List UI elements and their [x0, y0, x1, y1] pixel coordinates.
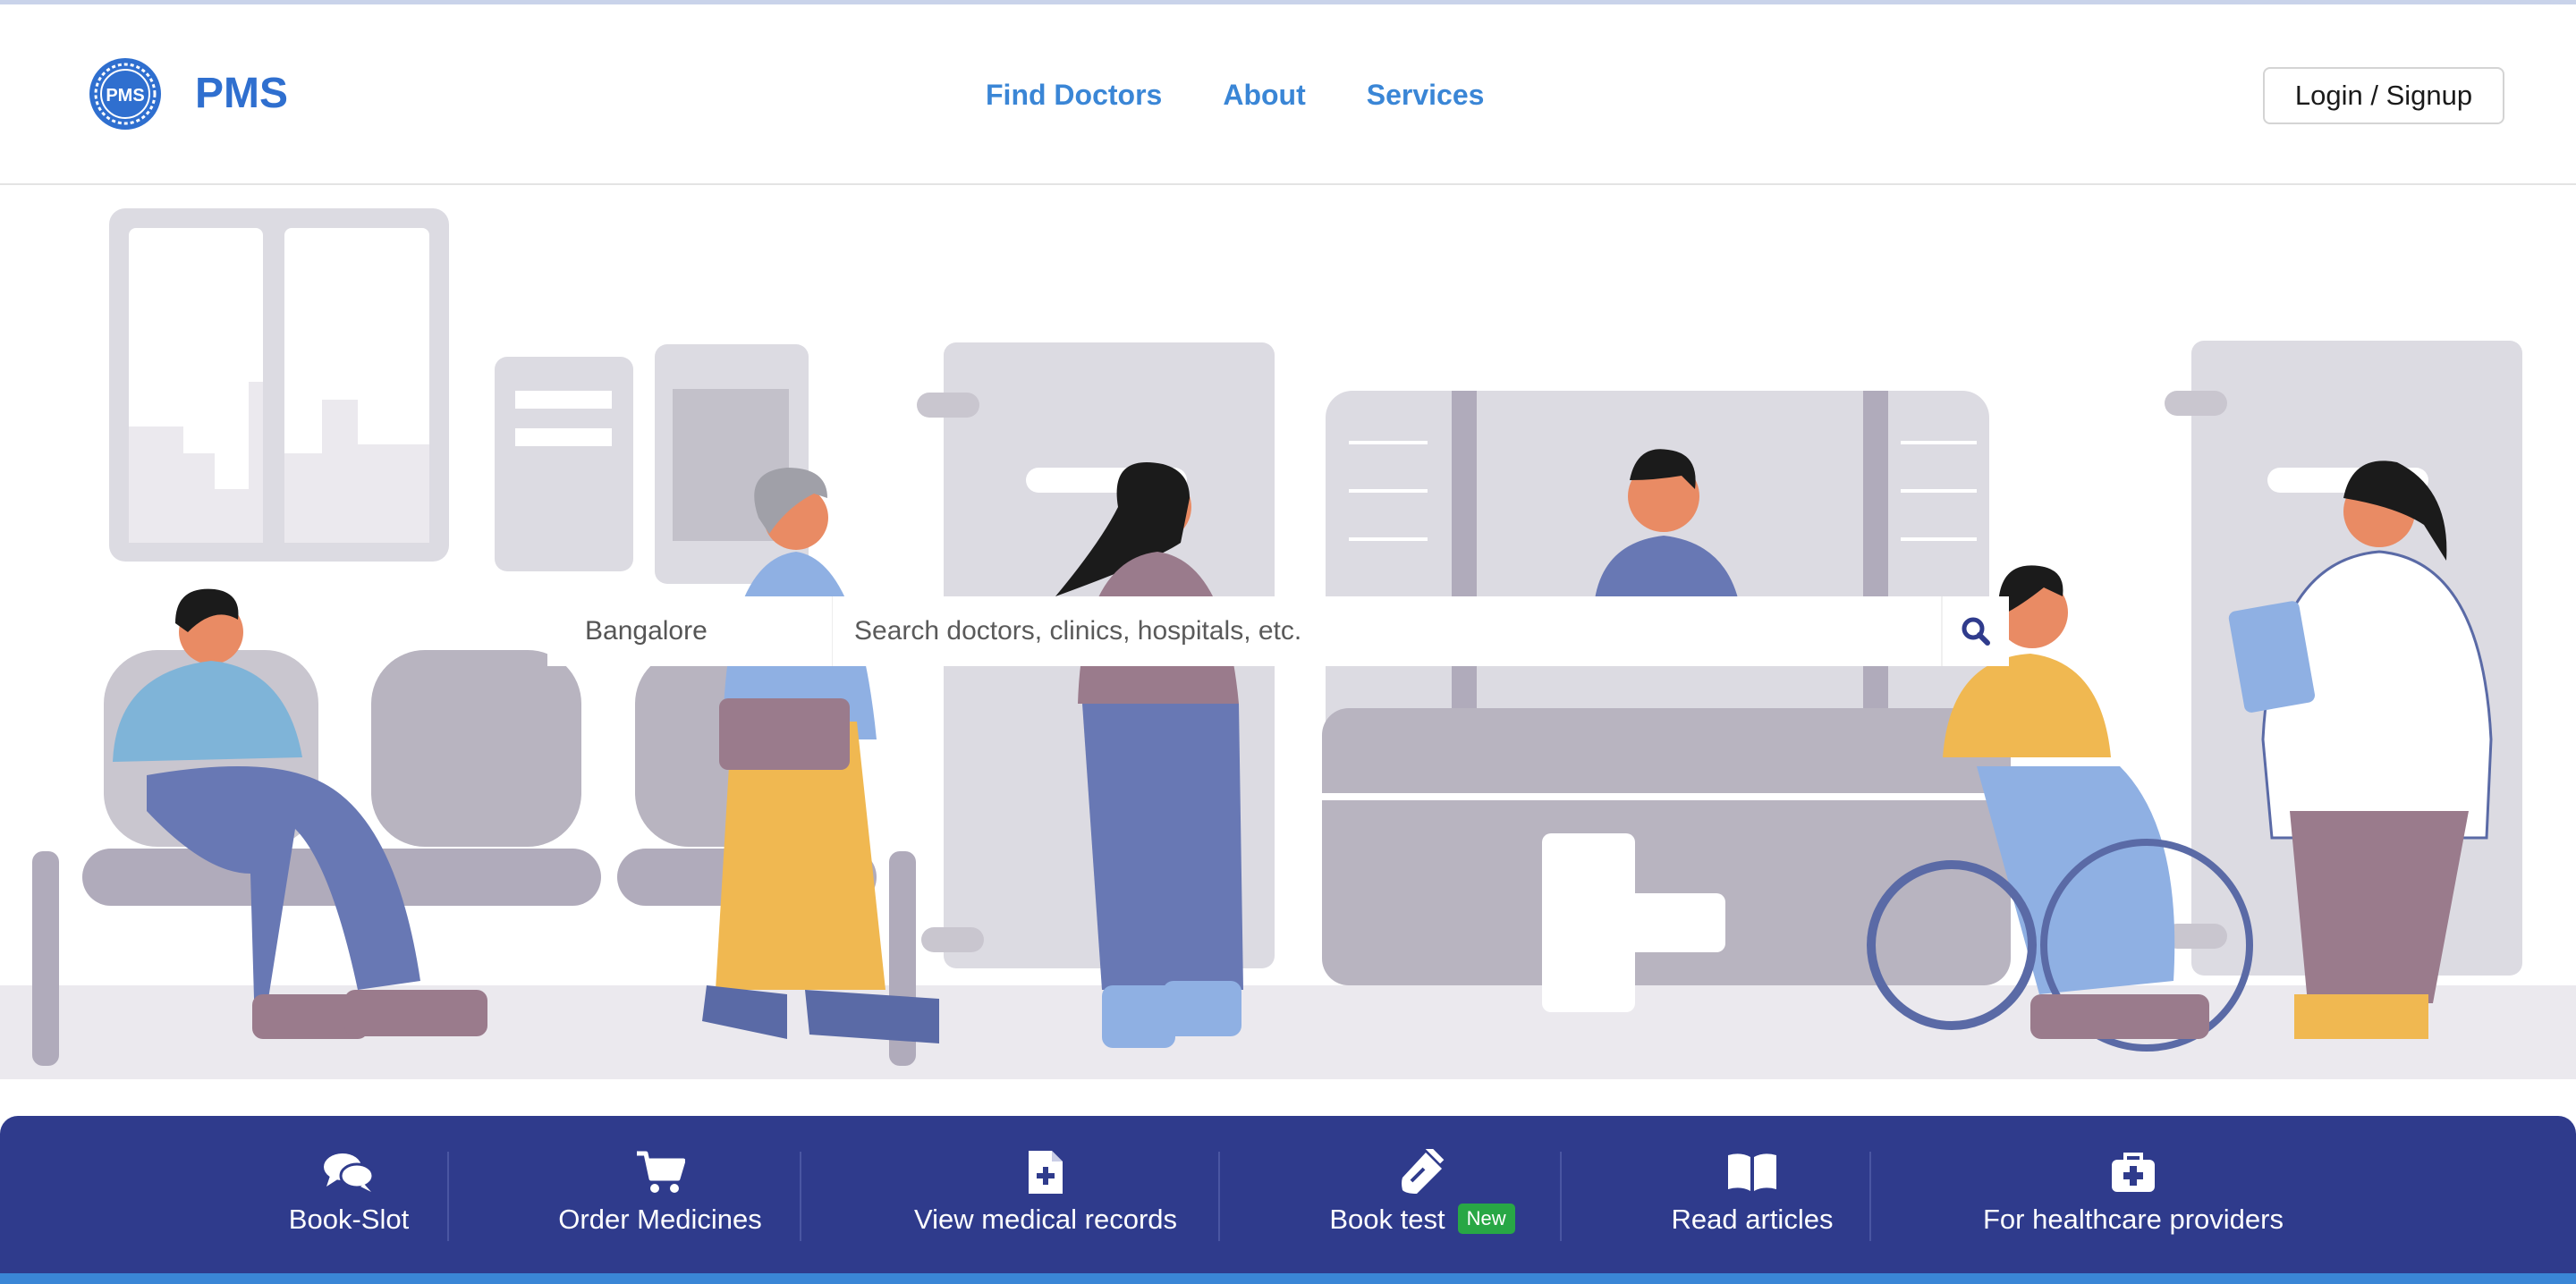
test-tube-icon: [1402, 1149, 1445, 1194]
action-book-test[interactable]: Book test New: [1306, 1148, 1538, 1236]
bar-bottom-accent: [0, 1273, 2576, 1284]
action-book-slot[interactable]: Book-Slot: [268, 1148, 429, 1236]
file-plus-icon: [1029, 1151, 1063, 1194]
action-for-healthcare-providers[interactable]: For healthcare providers: [1950, 1148, 2317, 1236]
divider: [1218, 1152, 1220, 1241]
action-label: View medical records: [913, 1204, 1178, 1235]
site-header: PMS PMS Find Doctors About Services Logi…: [0, 4, 2576, 185]
quick-actions-bar: Book-Slot Order Medicines View medical r…: [0, 1116, 2576, 1284]
cart-icon: [637, 1151, 685, 1193]
chat-bubbles-icon: [324, 1153, 375, 1192]
divider: [447, 1152, 449, 1241]
action-label: Order Medicines: [558, 1204, 762, 1235]
search-icon: [1962, 617, 1990, 646]
nav-services[interactable]: Services: [1367, 79, 1485, 112]
divider: [800, 1152, 801, 1241]
new-badge: New: [1457, 1204, 1515, 1234]
logo-text: PMS: [106, 86, 144, 106]
brand-name[interactable]: PMS: [195, 69, 288, 118]
divider: [1560, 1152, 1562, 1241]
location-input[interactable]: [547, 596, 832, 666]
divider: [1869, 1152, 1871, 1241]
login-signup-button[interactable]: Login / Signup: [2263, 67, 2504, 124]
search-bar: [547, 596, 2009, 666]
action-order-medicines[interactable]: Order Medicines: [537, 1148, 784, 1236]
search-input[interactable]: [832, 596, 1941, 666]
medical-kit-icon: [2112, 1153, 2155, 1192]
nav-about[interactable]: About: [1223, 79, 1305, 112]
action-label: Read articles: [1671, 1204, 1834, 1235]
open-book-icon: [1728, 1153, 1776, 1191]
pms-logo-icon[interactable]: PMS: [88, 56, 163, 131]
action-view-medical-records[interactable]: View medical records: [894, 1148, 1197, 1236]
main-nav: Find Doctors About Services: [986, 79, 1484, 112]
action-label: For healthcare providers: [1983, 1204, 2284, 1235]
action-read-articles[interactable]: Read articles: [1648, 1148, 1857, 1236]
action-label: Book test New: [1306, 1204, 1538, 1236]
search-button[interactable]: [1941, 596, 2009, 666]
book-test-label: Book test: [1329, 1204, 1445, 1235]
action-label: Book-Slot: [288, 1204, 410, 1235]
hero-illustration: [0, 185, 2576, 1079]
nav-find-doctors[interactable]: Find Doctors: [986, 79, 1162, 112]
